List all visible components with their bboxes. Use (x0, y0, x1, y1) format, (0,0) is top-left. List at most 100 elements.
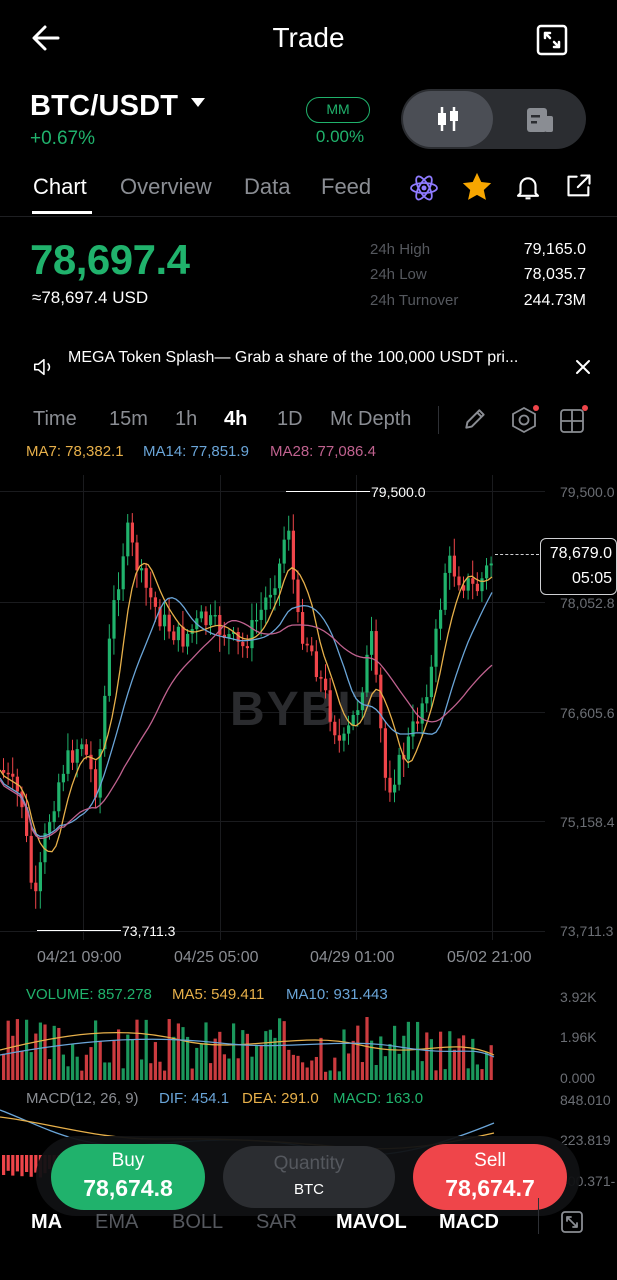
volume-bar (370, 1040, 374, 1080)
tab-overview[interactable]: Overview (120, 174, 212, 200)
quantity-unit: BTC (294, 1181, 324, 1198)
indicator-ma[interactable]: MA (31, 1211, 62, 1234)
candle-body (48, 822, 52, 834)
low-marker-label: 73,711.3 (122, 923, 176, 939)
active-tab-underline (32, 211, 92, 214)
volume-bar (245, 1033, 249, 1080)
candle-body (38, 862, 42, 892)
y-tick: 78,052.8 (560, 595, 615, 611)
candle-body (241, 641, 245, 647)
timeframe-more[interactable]: Mo (330, 408, 352, 431)
volume-bar (314, 1056, 318, 1080)
sell-button[interactable]: Sell 78,674.7 (413, 1144, 567, 1210)
volume-bar (103, 1062, 107, 1080)
candle-body (457, 576, 461, 586)
candle-body (406, 736, 410, 760)
indicator-boll[interactable]: BOLL (172, 1211, 223, 1234)
tab-feed[interactable]: Feed (321, 174, 371, 200)
volume-bar (126, 1034, 130, 1080)
volume-bar (393, 1025, 397, 1080)
volume-bar (84, 1054, 88, 1080)
candlestick-chart[interactable] (0, 470, 545, 945)
announcement-text[interactable]: MEGA Token Splash— Grab a share of the 1… (68, 349, 563, 367)
quantity-input[interactable]: Quantity BTC (223, 1146, 395, 1208)
candle-body (172, 631, 176, 641)
volume-bar (66, 1066, 70, 1080)
volume-chart[interactable] (0, 995, 545, 1080)
bell-icon[interactable] (513, 172, 543, 207)
volume-bar (439, 1031, 443, 1080)
settings-icon[interactable] (509, 405, 539, 440)
timeframe-depth[interactable]: Depth (358, 408, 411, 431)
volume-bar (434, 1070, 438, 1080)
volume-bar (356, 1025, 360, 1080)
candle-body (140, 568, 144, 571)
volume-bar (43, 1024, 47, 1080)
candle-body (11, 773, 15, 777)
layout-grid-icon[interactable] (558, 405, 588, 440)
volume-bar (2, 1053, 6, 1080)
volume-bar (190, 1068, 194, 1080)
timeframe-1d[interactable]: 1D (277, 408, 303, 431)
sell-price: 78,674.7 (445, 1175, 535, 1201)
indicator-sar[interactable]: SAR (256, 1211, 297, 1234)
share-icon[interactable] (565, 172, 593, 205)
indicator-mavol[interactable]: MAVOL (336, 1211, 407, 1234)
timeframe-1h[interactable]: 1h (175, 408, 197, 431)
volume-bar (158, 1061, 162, 1080)
candle-body (429, 666, 433, 698)
candle-body (342, 733, 346, 741)
orderbook-view-icon[interactable] (526, 107, 554, 138)
candle-body (6, 772, 10, 775)
pencil-icon[interactable] (462, 406, 488, 437)
indicator-ema[interactable]: EMA (95, 1211, 138, 1234)
candle-body (310, 645, 314, 652)
tab-data[interactable]: Data (244, 174, 290, 200)
ma14-line (0, 592, 493, 838)
indicator-macd[interactable]: MACD (439, 1211, 499, 1234)
atom-icon[interactable] (408, 172, 440, 209)
candle-body (416, 721, 420, 724)
indicator-settings-icon[interactable] (560, 1210, 584, 1239)
candle-body (57, 782, 61, 812)
volume-bar (71, 1044, 75, 1080)
fullscreen-icon[interactable] (536, 24, 568, 56)
candle-body (213, 615, 217, 617)
volume-bar (149, 1063, 153, 1080)
volume-y-tick: 3.92K (560, 989, 597, 1005)
volume-bar (351, 1040, 355, 1080)
volume-bar (420, 1061, 424, 1080)
volume-bar (328, 1070, 332, 1080)
volume-bar (236, 1058, 240, 1080)
candle-countdown: 05:05 (571, 570, 612, 587)
mm-badge[interactable]: MM (306, 97, 370, 123)
candle-body (448, 555, 452, 573)
timeframe-15m[interactable]: 15m (109, 408, 148, 431)
volume-bar (268, 1029, 272, 1080)
chevron-down-icon[interactable] (191, 98, 205, 107)
buy-button[interactable]: Buy 78,674.8 (51, 1144, 205, 1210)
candle-body (121, 556, 125, 590)
sell-label: Sell (474, 1150, 506, 1171)
star-icon[interactable] (460, 170, 494, 209)
volume-bar (452, 1049, 456, 1080)
volume-bar (232, 1023, 236, 1080)
volume-bar (365, 1017, 369, 1080)
current-price-tag[interactable]: 78,679.0 05:05 (540, 538, 617, 595)
close-icon[interactable] (575, 359, 591, 380)
candle-body (84, 744, 88, 755)
candle-body (319, 677, 323, 679)
pair-selector[interactable]: BTC/USDT (30, 90, 178, 123)
candle-body (328, 690, 332, 722)
volume-bar (296, 1055, 300, 1080)
volume-bar (176, 1023, 180, 1080)
timeframe-4h[interactable]: 4h (224, 408, 247, 431)
tab-chart[interactable]: Chart (33, 174, 87, 200)
candle-body (153, 597, 157, 607)
candlestick-view-button[interactable] (403, 91, 493, 147)
stat-label-high: 24h High (370, 241, 431, 258)
candle-body (61, 773, 65, 783)
timeframe-time[interactable]: Time (33, 408, 77, 431)
volume-bar (324, 1071, 328, 1080)
candle-body (75, 749, 79, 763)
